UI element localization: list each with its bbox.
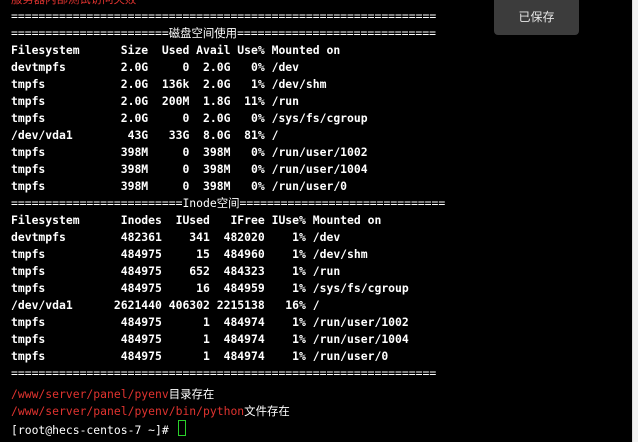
terminal-output-line: tmpfs 398M 0 398M 0% /run/user/1004 xyxy=(11,162,368,176)
path-text: /www/server/panel/pyenv xyxy=(11,387,169,401)
terminal-output-line: tmpfs 398M 0 398M 0% /run/user/0 xyxy=(11,179,348,193)
terminal-output-line: tmpfs 484975 1 484974 1% /run/user/0 xyxy=(11,349,389,363)
terminal-output-line: tmpfs 484975 15 484960 1% /dev/shm xyxy=(11,247,368,261)
shell-prompt: [root@hecs-centos-7 ~]# xyxy=(11,423,176,437)
terminal-error-line: 服务器内部测试访问失败 xyxy=(11,0,136,8)
terminal-path-check-line: /www/server/panel/pyenv/bin/python文件存在 xyxy=(11,403,290,420)
terminal-output-line: tmpfs 2.0G 200M 1.8G 11% /run xyxy=(11,94,300,108)
terminal-output-line: devtmpfs 2.0G 0 2.0G 0% /dev xyxy=(11,60,300,74)
path-text: /www/server/panel/pyenv/bin/python xyxy=(11,404,245,418)
terminal-separator-line: =======================磁盘空间使用===========… xyxy=(11,26,436,40)
terminal-separator-line: =========================Inode空间========… xyxy=(11,196,446,210)
terminal-output-line: /dev/vda1 43G 33G 8.0G 81% / xyxy=(11,128,279,142)
terminal-separator-line: ========================================… xyxy=(11,9,437,23)
terminal-path-check-line: /www/server/panel/pyenv目录存在 xyxy=(11,386,214,403)
terminal-output-line: tmpfs 2.0G 136k 2.0G 1% /dev/shm xyxy=(11,77,327,91)
terminal-output-line: devtmpfs 482361 341 482020 1% /dev xyxy=(11,230,341,244)
text-cursor-icon xyxy=(177,420,186,436)
path-status-text: 文件存在 xyxy=(244,404,290,418)
terminal-output-line: tmpfs 484975 1 484974 1% /run/user/1002 xyxy=(11,315,409,329)
terminal-window[interactable]: 服务器内部测试访问失败=============================… xyxy=(0,0,632,442)
path-status-text: 目录存在 xyxy=(168,387,215,401)
terminal-output-line: tmpfs 484975 1 484974 1% /run/user/1004 xyxy=(11,332,409,346)
terminal-output-line: tmpfs 484975 16 484959 1% /sys/fs/cgroup xyxy=(11,281,409,295)
terminal-separator-line: ========================================… xyxy=(11,366,437,380)
terminal-prompt-line[interactable]: [root@hecs-centos-7 ~]# xyxy=(11,420,186,437)
terminal-output-line: tmpfs 2.0G 0 2.0G 0% /sys/fs/cgroup xyxy=(11,111,368,125)
terminal-output-line: Filesystem Inodes IUsed IFree IUse% Moun… xyxy=(11,213,382,227)
terminal-scrollbar[interactable] xyxy=(632,0,638,442)
terminal-output-line: Filesystem Size Used Avail Use% Mounted … xyxy=(11,43,341,57)
terminal-output-line: tmpfs 398M 0 398M 0% /run/user/1002 xyxy=(11,145,368,159)
saved-button[interactable]: 已保存 xyxy=(494,0,579,35)
terminal-output-line: tmpfs 484975 652 484323 1% /run xyxy=(11,264,341,278)
terminal-output-line: /dev/vda1 2621440 406302 2215138 16% / xyxy=(11,298,320,312)
